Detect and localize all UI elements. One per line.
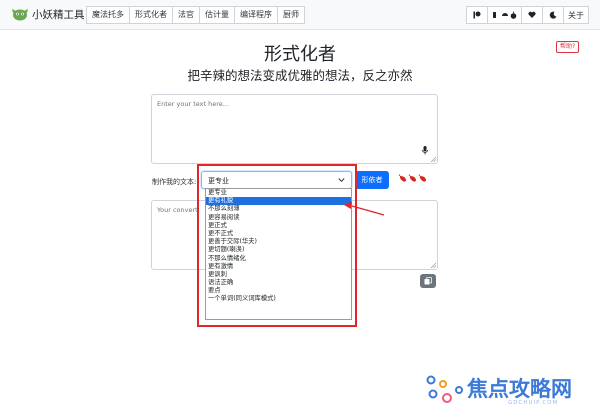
apps-button[interactable] [487,6,522,24]
tab-formalizer[interactable]: 形式化者 [129,6,173,24]
tab-judge[interactable]: 法官 [172,6,200,24]
tab-magic-todo[interactable]: 魔法托多 [86,6,130,24]
nav-tabs: 魔法托多 形式化者 法官 估计量 编译程序 厨师 [86,6,305,24]
apple-icon [510,11,517,19]
monster-logo-icon[interactable] [12,7,28,21]
page-title: 形式化者 [264,44,336,65]
dark-mode-button[interactable] [542,6,564,24]
tab-chef[interactable]: 厨师 [277,6,305,24]
output-placeholder: Your convert [157,206,198,214]
page-subtitle: 把辛辣的想法变成优雅的想法，反之亦然 [187,68,413,83]
microphone-icon[interactable] [422,146,428,155]
make-text-label: 制作我的文本: [152,178,197,186]
spice-level[interactable] [398,174,428,184]
copy-button[interactable] [420,274,436,288]
about-button[interactable]: 关于 [563,6,589,24]
favorite-button[interactable] [521,6,543,24]
android-icon [493,12,496,18]
patreon-icon [473,11,481,19]
transform-button[interactable]: 形依者 [355,171,389,189]
input-placeholder: Enter your text here... [157,100,229,108]
chili-pepper-icon [408,174,416,182]
heart-icon [528,11,536,18]
nav-actions: 关于 [466,6,589,24]
tab-compiler[interactable]: 编译程序 [234,6,278,24]
navbar: 小妖精工具 魔法托多 形式化者 法官 估计量 编译程序 厨师 关于 [0,0,600,30]
annotation-box [197,164,357,327]
watermark-subtext: GDCHUIP.COM [508,400,559,406]
chili-pepper-icon [398,174,406,182]
resize-handle-icon[interactable] [430,262,436,268]
brand-name[interactable]: 小妖精工具 [32,7,85,22]
chili-pepper-icon [418,174,426,182]
tab-estimator[interactable]: 估计量 [199,6,235,24]
watermark-text: 焦点攻略网 [467,377,572,401]
input-textarea[interactable]: Enter your text here... [151,94,438,164]
patreon-button[interactable] [466,6,488,24]
moon-icon [549,11,557,19]
android-icon [502,13,508,16]
copy-icon [424,277,432,285]
resize-handle-icon[interactable] [430,156,436,162]
